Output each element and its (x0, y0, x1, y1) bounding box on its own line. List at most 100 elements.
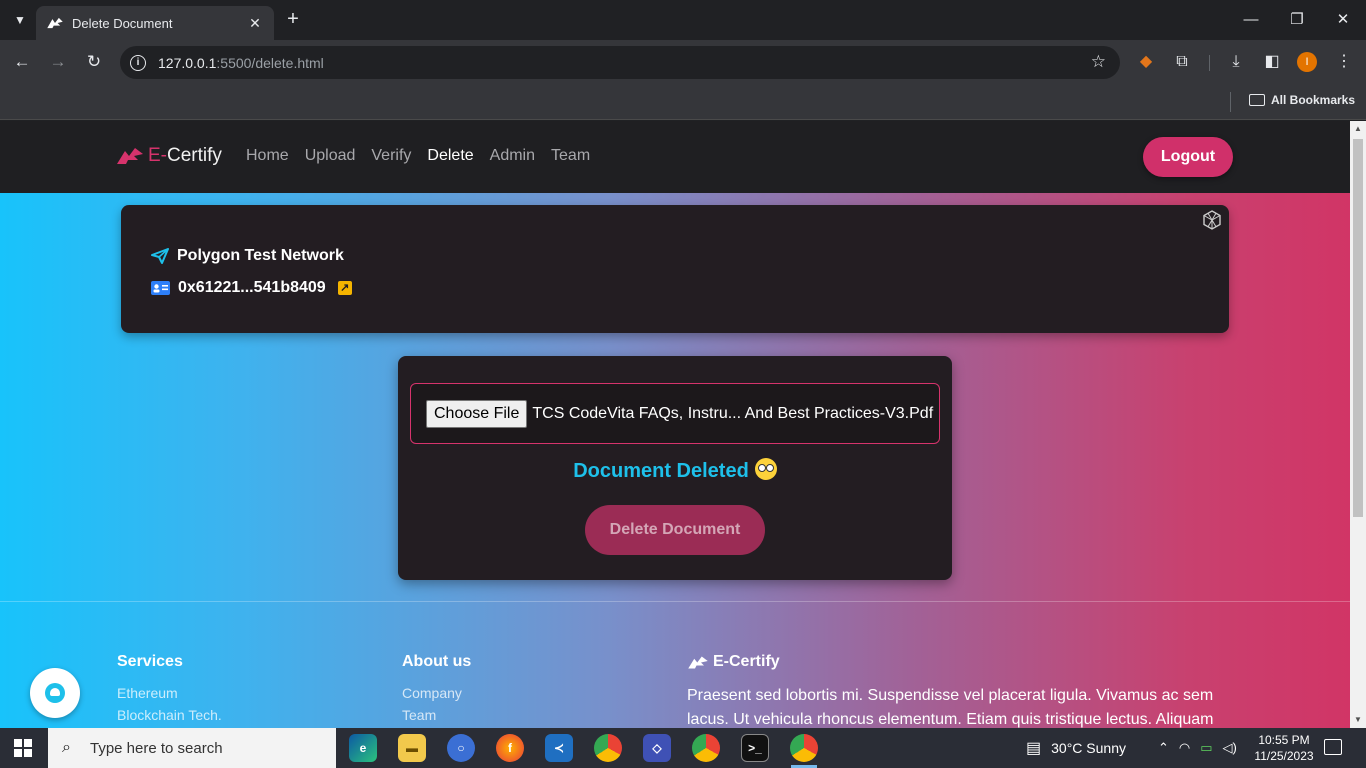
tray-chevron-icon[interactable]: ⌃ (1158, 740, 1169, 756)
footer-divider (0, 601, 1350, 602)
support-chat-button[interactable] (30, 668, 80, 718)
chrome-active-app-icon[interactable] (790, 734, 818, 762)
brand-prefix: E- (148, 145, 167, 166)
network-name: Polygon Test Network (177, 247, 344, 264)
weather-text: 30°C Sunny (1051, 740, 1126, 756)
folder-icon (1249, 94, 1265, 106)
volume-icon[interactable]: ◁) (1223, 740, 1237, 756)
wallet-address: 0x61221...541b8409 (178, 279, 326, 296)
clock-date: 11/25/2023 (1254, 749, 1314, 763)
minimize-button[interactable]: — (1228, 8, 1274, 32)
powerautomate-app-icon[interactable]: ◇ (643, 734, 671, 762)
delete-status-text: Document Deleted (573, 460, 749, 482)
toolbar-divider (1209, 55, 1210, 71)
ecertify-logo-icon (117, 148, 143, 164)
site-nav-links: Home Upload Verify Delete Admin Team (246, 147, 590, 165)
bookmark-star-icon[interactable]: ☆ (1091, 52, 1106, 72)
address-url: 127.0.0.1:5500/delete.html (158, 55, 324, 71)
nav-delete[interactable]: Delete (427, 147, 473, 165)
delete-document-card: Choose File TCS CodeVita FAQs, Instru...… (398, 356, 952, 580)
windows-start-icon[interactable] (14, 739, 32, 757)
footer-services-title: Services (117, 653, 183, 670)
chromium-app-icon[interactable]: ○ (447, 734, 475, 762)
footer-link-blockchain[interactable]: Blockchain Tech. (117, 707, 222, 723)
profile-avatar[interactable]: I (1297, 52, 1319, 74)
weather-widget[interactable]: ▤ 30°C Sunny (1026, 728, 1126, 768)
browser-tab[interactable]: Delete Document ✕ (36, 6, 274, 40)
footer-link-company[interactable]: Company (402, 685, 462, 701)
bookmarks-bar: All Bookmarks (0, 85, 1366, 120)
nav-upload[interactable]: Upload (305, 147, 356, 165)
taskbar-search-placeholder: Type here to search (90, 739, 223, 757)
taskbar-search[interactable]: ⌕ Type here to search (48, 728, 336, 768)
close-window-button[interactable]: ✕ (1320, 8, 1366, 32)
wifi-icon[interactable]: ◠ (1179, 740, 1190, 756)
file-input[interactable]: Choose File TCS CodeVita FAQs, Instru...… (410, 383, 940, 444)
id-card-icon (151, 281, 170, 295)
network-row: Polygon Test Network (151, 247, 344, 265)
choose-file-button[interactable]: Choose File (426, 399, 528, 428)
file-explorer-icon[interactable]: ▬ (398, 734, 426, 762)
address-bar[interactable]: i 127.0.0.1:5500/delete.html ☆ (120, 46, 1120, 79)
nav-admin[interactable]: Admin (490, 147, 535, 165)
taskbar-clock[interactable]: 10:55 PM 11/25/2023 (1254, 732, 1314, 764)
new-tab-button[interactable]: + (282, 8, 304, 30)
footer-about-title: About us (402, 653, 472, 670)
headset-icon (45, 683, 65, 703)
extensions-puzzle-icon[interactable]: ⧉ (1171, 51, 1193, 73)
side-panel-icon[interactable]: ◧ (1261, 51, 1283, 73)
vscode-app-icon[interactable]: ≺ (545, 734, 573, 762)
browser-menu-icon[interactable]: ⋮ (1333, 51, 1355, 73)
footer-link-ethereum[interactable]: Ethereum (117, 685, 178, 701)
firefox-app-icon[interactable]: f (496, 734, 524, 762)
chrome-app-icon[interactable] (594, 734, 622, 762)
windows-taskbar: ⌕ Type here to search e ▬ ○ f ≺ ◇ >_ ▤ 3… (0, 728, 1366, 768)
scroll-up-arrow-icon[interactable]: ▲ (1350, 121, 1366, 137)
tab-title: Delete Document (72, 15, 173, 31)
tab-close-icon[interactable]: ✕ (246, 15, 264, 32)
network-cube-icon[interactable] (1201, 209, 1223, 231)
footer-link-team[interactable]: Team (402, 707, 436, 723)
battery-icon[interactable]: ▭ (1200, 740, 1212, 756)
url-path: :5500/delete.html (216, 54, 324, 71)
system-tray: ⌃ ◠ ▭ ◁) (1158, 728, 1237, 768)
weather-icon: ▤ (1026, 740, 1042, 757)
site-info-icon[interactable]: i (130, 54, 146, 71)
footer-brand: E-Certify (687, 653, 780, 671)
site-navbar: E- Certify Home Upload Verify Delete Admi… (0, 121, 1350, 193)
all-bookmarks-label: All Bookmarks (1271, 93, 1356, 107)
notification-icon[interactable] (1324, 739, 1342, 755)
site-brand[interactable]: E- Certify (116, 145, 222, 167)
nav-team[interactable]: Team (551, 147, 590, 165)
brand-suffix: Certify (167, 145, 222, 166)
network-info-card: Polygon Test Network 0x61221...541b8409 ↗ (121, 205, 1229, 333)
clock-time: 10:55 PM (1258, 733, 1310, 747)
logout-button[interactable]: Logout (1143, 137, 1233, 177)
tab-search-chevron-icon[interactable]: ▼ (10, 10, 30, 30)
flushed-face-emoji-icon (754, 458, 777, 480)
footer-brand-title: E-Certify (713, 653, 780, 670)
back-button[interactable]: ← (10, 50, 34, 74)
bookmarks-divider (1230, 92, 1231, 112)
profile-initial: I (1297, 52, 1317, 72)
url-host: 127.0.0.1 (158, 54, 217, 71)
restore-button[interactable]: ❐ (1274, 8, 1320, 32)
reload-button[interactable]: ↻ (82, 50, 106, 74)
downloads-icon[interactable]: ⤓ (1225, 51, 1247, 73)
all-bookmarks-button[interactable]: All Bookmarks (1249, 93, 1355, 107)
edge-app-icon[interactable]: e (349, 734, 377, 762)
scrollbar-thumb[interactable] (1353, 139, 1363, 517)
delete-document-button[interactable]: Delete Document (585, 505, 765, 555)
nav-home[interactable]: Home (246, 147, 289, 165)
metamask-extension-icon[interactable]: ◆ (1135, 51, 1157, 73)
chrome-profile-app-icon[interactable] (692, 734, 720, 762)
page-scrollbar[interactable]: ▲ ▼ (1350, 121, 1366, 728)
terminal-app-icon[interactable]: >_ (741, 734, 769, 762)
wallet-row: 0x61221...541b8409 ↗ (151, 279, 352, 297)
nav-verify[interactable]: Verify (371, 147, 411, 165)
external-link-icon[interactable]: ↗ (337, 281, 352, 295)
scroll-down-arrow-icon[interactable]: ▼ (1350, 712, 1366, 728)
forward-button[interactable]: → (46, 50, 70, 74)
browser-tab-bar: ▼ Delete Document ✕ + — ❐ ✕ (0, 0, 1366, 40)
ecertify-favicon-icon (47, 17, 63, 29)
